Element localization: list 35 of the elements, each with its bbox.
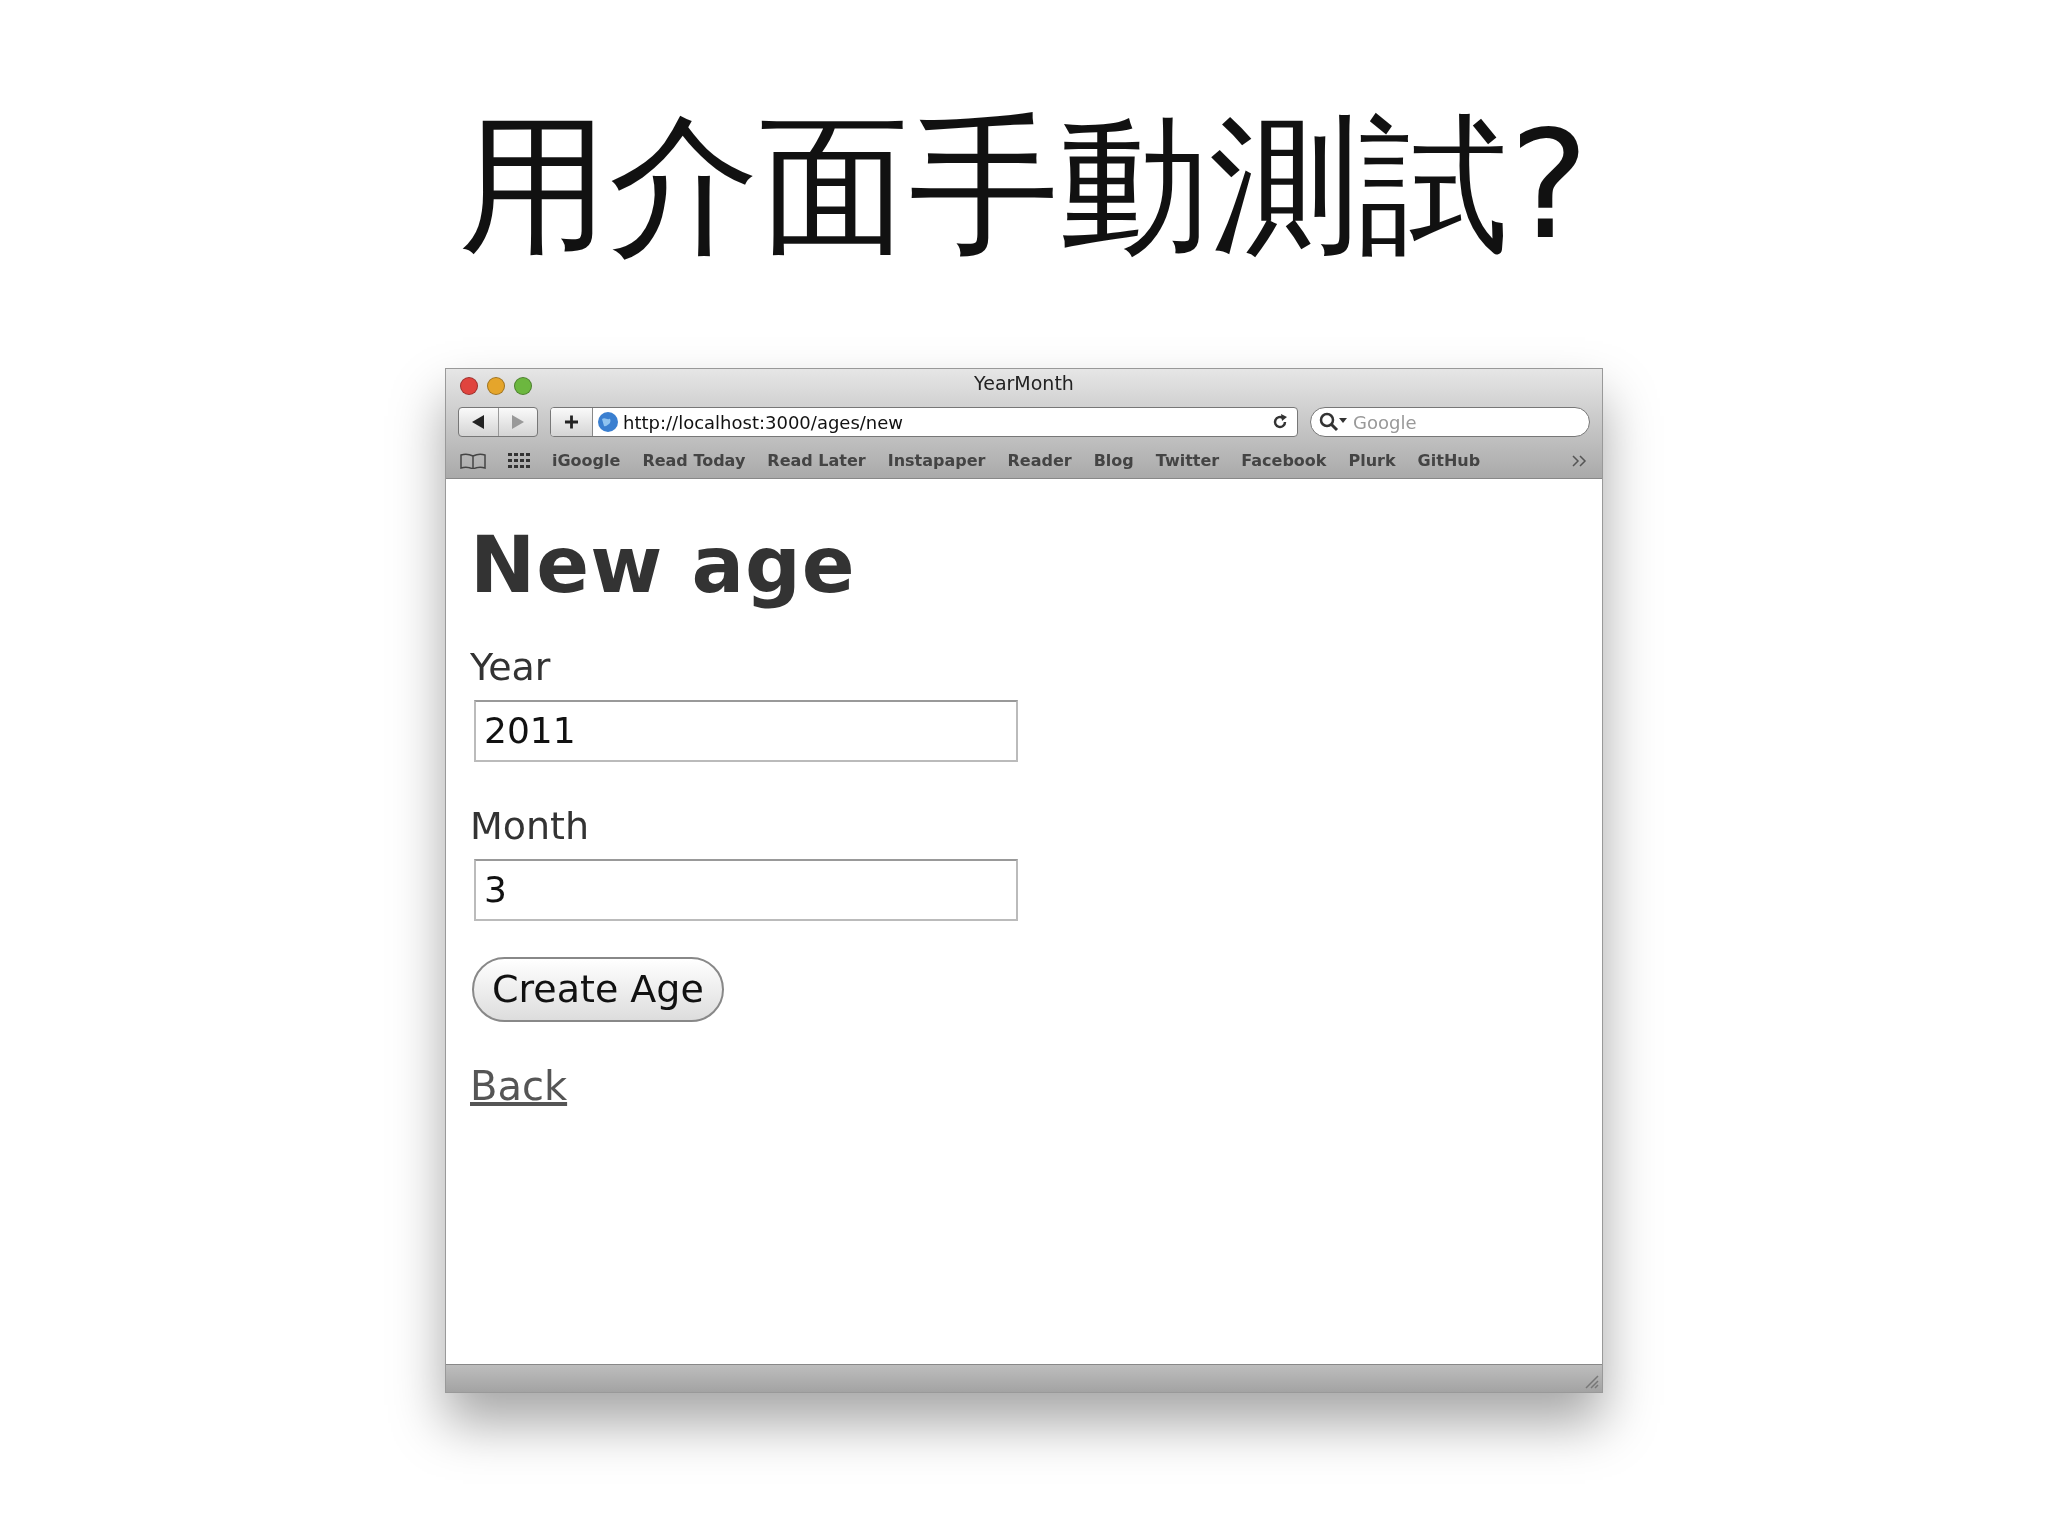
grid-icon[interactable] [508,452,530,469]
add-bookmark-icon[interactable] [551,408,593,436]
input-field[interactable]: 2011 [474,699,1018,762]
bookmark-link[interactable]: Read Today [642,448,746,473]
page-heading: New age [470,519,857,612]
zoom-icon[interactable] [514,377,532,395]
search-icon [1319,412,1349,432]
submit-button[interactable]: Create Age [472,956,724,1022]
bookmark-link[interactable]: Read Later [767,448,866,473]
bookmark-link[interactable]: Instapaper [887,448,986,473]
minimize-icon[interactable] [487,377,505,395]
reload-icon[interactable] [1271,413,1289,431]
window-title: YearMonth [974,371,1074,394]
url-text: http://localhost:3000/ages/new [622,410,905,435]
back-icon[interactable] [472,415,485,429]
close-icon[interactable] [460,377,478,395]
field-label: Year [470,643,552,691]
field-label: Month [470,802,591,850]
bookmark-link[interactable]: Blog [1093,448,1134,473]
bookmark-link[interactable]: Twitter [1155,448,1220,473]
slide-title: 用介面手動測試? [458,97,1590,260]
globe-icon [597,411,619,433]
address-bar[interactable]: http://localhost:3000/ages/new [550,407,1298,437]
bookmark-link[interactable]: Plurk [1348,448,1396,473]
chevron-icon[interactable] [1572,454,1588,467]
search-field[interactable]: Google [1310,407,1590,437]
book-icon[interactable] [460,452,486,469]
back-link[interactable]: Back [470,1062,568,1109]
bookmark-link[interactable]: Facebook [1241,448,1327,473]
back-forward-buttons[interactable] [458,407,538,437]
bookmark-link[interactable]: iGoogle [552,448,621,473]
bookmark-link[interactable]: Reader [1007,448,1072,473]
resize-grip-icon[interactable] [1583,1373,1599,1389]
bookmark-link[interactable]: GitHub [1417,448,1481,473]
input-field[interactable]: 3 [474,858,1018,921]
